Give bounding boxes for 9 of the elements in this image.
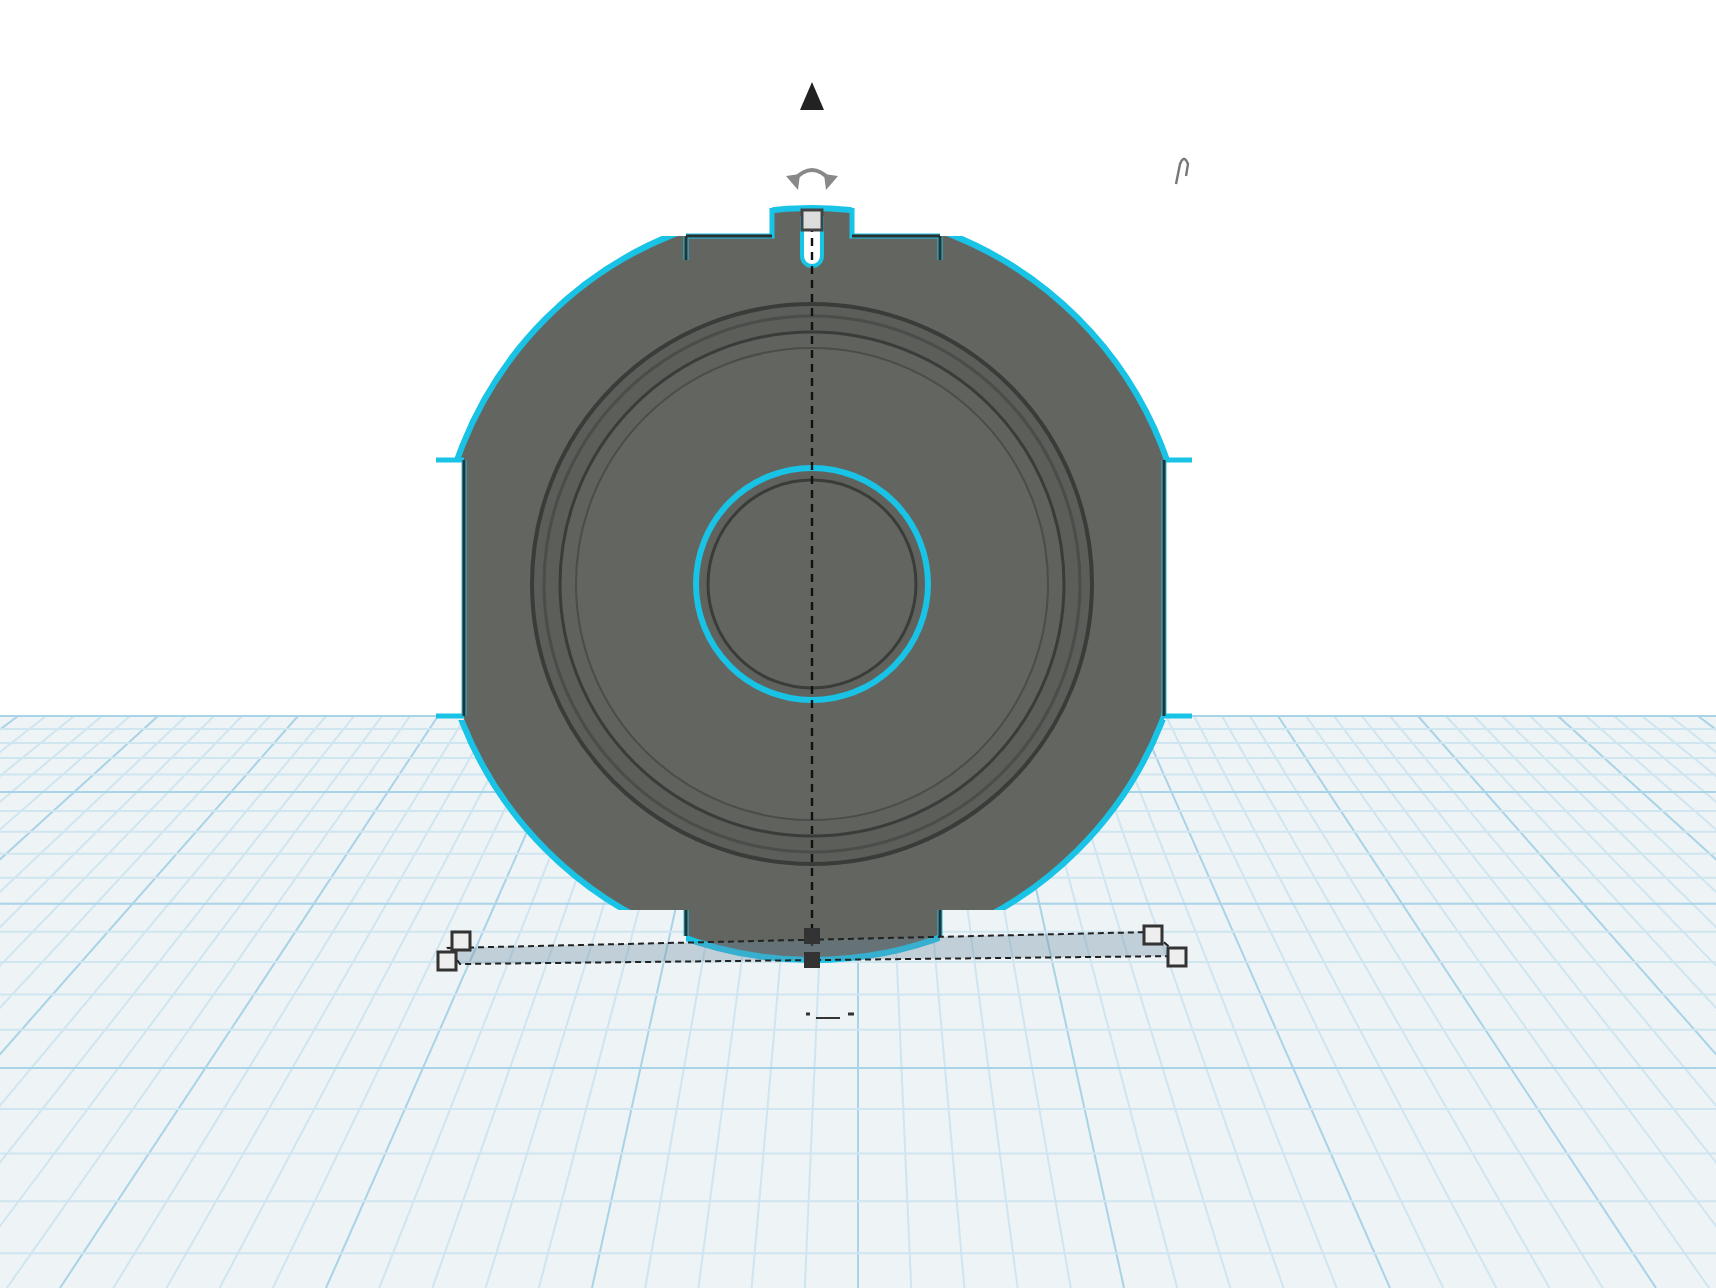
lift-arrow-icon[interactable]: [800, 82, 824, 110]
rotate-handle-icon[interactable]: [786, 168, 838, 190]
corner-handle[interactable]: [1142, 924, 1164, 946]
ring-part[interactable]: [433, 205, 1195, 963]
height-marker-icon: [806, 1012, 854, 1019]
corner-handle[interactable]: [450, 930, 472, 952]
top-handle[interactable]: [800, 208, 824, 232]
corner-handle[interactable]: [436, 950, 458, 972]
corner-handle[interactable]: [1166, 946, 1188, 968]
